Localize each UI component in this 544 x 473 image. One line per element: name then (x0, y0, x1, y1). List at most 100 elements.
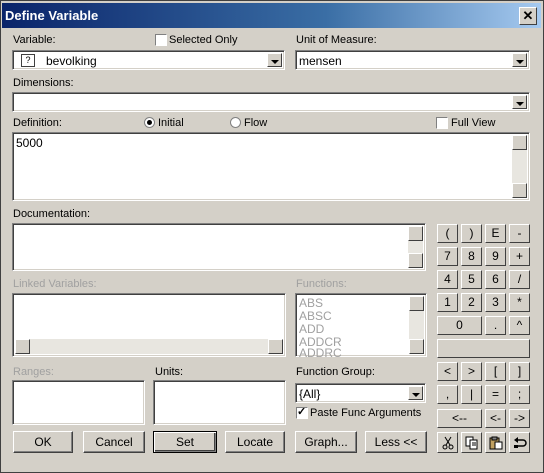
undo-button[interactable] (509, 432, 530, 453)
function-group-combo[interactable]: {All} (295, 383, 426, 403)
ranges-list[interactable] (12, 380, 145, 425)
copy-button[interactable] (461, 432, 482, 453)
definition-value: 5000 (16, 136, 43, 150)
scroll-down-icon[interactable] (409, 339, 424, 354)
key-divide[interactable]: / (509, 270, 530, 289)
variable-combo[interactable]: ? bevolking (12, 50, 285, 70)
initial-radio[interactable] (144, 117, 155, 128)
definition-scrollbar[interactable] (512, 135, 527, 198)
key-8[interactable]: 8 (461, 247, 482, 266)
selected-only-label: Selected Only (169, 34, 238, 46)
paste-func-args-label: Paste Func Arguments (310, 407, 422, 419)
unit-combo[interactable]: mensen (295, 50, 530, 70)
function-group-value: {All} (299, 387, 321, 401)
chevron-down-icon[interactable] (267, 53, 282, 67)
key-plus[interactable]: + (509, 247, 530, 266)
documentation-scrollbar[interactable] (408, 226, 423, 268)
units-label: Units: (155, 366, 184, 378)
close-icon: ✕ (522, 8, 534, 23)
scroll-left-icon[interactable] (15, 339, 30, 354)
key-open-bracket[interactable]: [ (485, 362, 506, 381)
key-cursor-left[interactable]: <- (485, 409, 506, 428)
key-cursor-right[interactable]: -> (509, 409, 530, 428)
functions-scrollbar[interactable] (409, 296, 424, 354)
key-semicolon[interactable]: ; (509, 385, 530, 404)
key-3[interactable]: 3 (485, 293, 506, 312)
scroll-up-icon[interactable] (408, 226, 423, 241)
key-greater-than[interactable]: > (461, 362, 482, 381)
variable-type-badge: ? (21, 54, 35, 67)
set-button[interactable]: Set (153, 431, 217, 453)
key-2[interactable]: 2 (461, 293, 482, 312)
units-list[interactable] (153, 380, 286, 425)
selected-only-checkbox[interactable] (155, 34, 167, 46)
function-item[interactable]: ABS (299, 296, 323, 310)
key-4[interactable]: 4 (437, 270, 458, 289)
key-7[interactable]: 7 (437, 247, 458, 266)
key-comma[interactable]: , (437, 385, 458, 404)
chevron-down-icon[interactable] (408, 386, 423, 400)
documentation-label: Documentation: (13, 208, 91, 220)
key-close-paren[interactable]: ) (461, 224, 482, 243)
undo-icon (513, 437, 527, 448)
paste-func-args-checkbox[interactable]: ✓ (296, 406, 308, 419)
chevron-down-icon[interactable] (512, 95, 527, 109)
check-icon: ✓ (297, 406, 307, 418)
flow-label: Flow (244, 117, 268, 129)
key-open-paren[interactable]: ( (437, 224, 458, 243)
key-minus[interactable]: - (509, 224, 530, 243)
key-less-than[interactable]: < (437, 362, 458, 381)
ok-button[interactable]: OK (13, 431, 73, 453)
documentation-textarea[interactable] (12, 223, 426, 271)
locate-button[interactable]: Locate (225, 431, 285, 453)
functions-label: Functions: (296, 278, 347, 290)
window-title: Define Variable (5, 8, 99, 23)
key-close-bracket[interactable]: ] (509, 362, 530, 381)
cancel-button[interactable]: Cancel (83, 431, 145, 453)
key-pipe[interactable]: | (461, 385, 482, 404)
chevron-down-icon[interactable] (512, 53, 527, 67)
key-5[interactable]: 5 (461, 270, 482, 289)
key-multiply[interactable]: * (509, 293, 530, 312)
function-item[interactable]: ADD (299, 322, 324, 336)
scroll-up-icon[interactable] (512, 135, 527, 150)
scroll-down-icon[interactable] (408, 253, 423, 268)
full-view-checkbox[interactable] (436, 117, 448, 129)
key-1[interactable]: 1 (437, 293, 458, 312)
graph-button[interactable]: Graph... (295, 431, 357, 453)
key-equals[interactable]: = (485, 385, 506, 404)
copy-icon (465, 436, 477, 450)
linked-variables-hscrollbar[interactable] (15, 339, 283, 354)
key-e[interactable]: E (485, 224, 506, 243)
linked-variables-list[interactable] (12, 293, 286, 357)
initial-label: Initial (158, 117, 184, 129)
dimensions-label: Dimensions: (13, 77, 74, 89)
scroll-up-icon[interactable] (409, 296, 424, 311)
definition-textarea[interactable]: 5000 (12, 132, 530, 201)
key-backspace[interactable]: <-- (437, 409, 482, 428)
cut-button[interactable] (437, 432, 458, 453)
ranges-label: Ranges: (13, 366, 54, 378)
full-view-label: Full View (451, 117, 496, 129)
scroll-right-icon[interactable] (268, 339, 283, 354)
key-0[interactable]: 0 (437, 316, 482, 335)
variable-value: bevolking (46, 54, 97, 68)
scroll-down-icon[interactable] (512, 183, 527, 198)
functions-list[interactable]: ABS ABSC ADD ADDCR ADDRC (295, 293, 427, 360)
key-dot[interactable]: . (485, 316, 506, 335)
unit-label: Unit of Measure: (296, 34, 377, 46)
key-power[interactable]: ^ (509, 316, 530, 335)
title-bar: Define Variable ✕ (2, 3, 541, 28)
function-item[interactable]: ABSC (299, 309, 332, 323)
key-6[interactable]: 6 (485, 270, 506, 289)
key-blank[interactable] (437, 339, 530, 358)
close-button[interactable]: ✕ (519, 7, 537, 25)
flow-radio[interactable] (230, 117, 241, 128)
function-item[interactable]: ADDRC (299, 346, 342, 360)
definition-label: Definition: (13, 117, 62, 129)
key-9[interactable]: 9 (485, 247, 506, 266)
dimensions-combo[interactable] (12, 92, 530, 112)
paste-button[interactable] (485, 432, 506, 453)
paste-icon (489, 436, 502, 450)
less-button[interactable]: Less << (365, 431, 427, 453)
